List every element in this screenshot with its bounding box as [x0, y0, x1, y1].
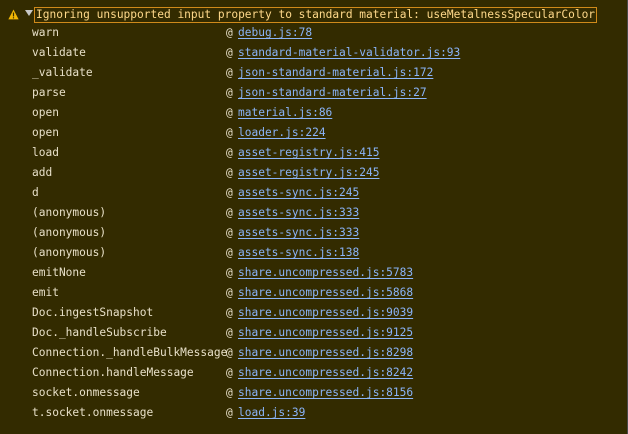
stack-frame-source-link[interactable]: assets-sync.js:333 [238, 203, 359, 223]
stack-frame-source-link[interactable]: share.uncompressed.js:8242 [238, 363, 413, 383]
stack-frame: (anonymous) @ assets-sync.js:138 [0, 243, 620, 263]
stack-frame-function: _validate [32, 66, 93, 79]
stack-frame-at: @ [226, 186, 233, 199]
stack-frame-function: (anonymous) [32, 246, 107, 259]
stack-frame-at: @ [226, 286, 233, 299]
stack-frame-at: @ [226, 106, 233, 119]
stack-frame-function: (anonymous) [32, 206, 107, 219]
stack-frame: emit @ share.uncompressed.js:5868 [0, 283, 620, 303]
stack-frame-source-link[interactable]: share.uncompressed.js:5783 [238, 263, 413, 283]
warning-message: Ignoring unsupported input property to s… [33, 7, 598, 23]
stack-frame-function: load [32, 146, 59, 159]
stack-frame-at: @ [226, 406, 233, 419]
stack-frame-source-link[interactable]: share.uncompressed.js:8156 [238, 383, 413, 403]
stack-frame: d @ assets-sync.js:245 [0, 183, 620, 203]
stack-frame-function: socket.onmessage [32, 386, 140, 399]
stack-frame-at: @ [226, 126, 233, 139]
stack-frame: _validate @ json-standard-material.js:172 [0, 63, 620, 83]
stack-frame: (anonymous) @ assets-sync.js:333 [0, 223, 620, 243]
stack-frame: t.socket.onmessage @ load.js:39 [0, 403, 620, 423]
stack-frame-source-link[interactable]: share.uncompressed.js:9125 [238, 323, 413, 343]
stack-frame-at: @ [226, 246, 233, 259]
stack-frame-function: Doc.ingestSnapshot [32, 306, 154, 319]
stack-frame-source-link[interactable]: assets-sync.js:245 [238, 183, 359, 203]
stack-frame-source-link[interactable]: share.uncompressed.js:8298 [238, 343, 413, 363]
stack-frame: Connection._handleBulkMessage @ share.unco… [0, 343, 620, 363]
stack-frame-function: Doc._handleSubscribe [32, 326, 167, 339]
stack-frame-source-link[interactable]: json-standard-material.js:27 [238, 83, 427, 103]
stack-frame: (anonymous) @ assets-sync.js:333 [0, 203, 620, 223]
stack-frame-at: @ [226, 266, 233, 279]
stack-frame-at: @ [226, 46, 233, 59]
stack-frame-at: @ [226, 146, 233, 159]
stack-frame-function: t.socket.onmessage [32, 406, 154, 419]
stack-frame: socket.onmessage @ share.uncompressed.js:8… [0, 383, 620, 403]
stack-frame: open @ loader.js:224 [0, 123, 620, 143]
stack-frame: validate @ standard-material-validator.js:… [0, 43, 620, 63]
stack-frame-at: @ [226, 326, 233, 339]
warning-header[interactable]: Ignoring unsupported input property to s… [0, 6, 620, 24]
stack-frame: add @ asset-registry.js:245 [0, 163, 620, 183]
stack-frame: emitNone @ share.uncompressed.js:5783 [0, 263, 620, 283]
warning-triangle-icon [8, 9, 19, 20]
stack-frame: open @ material.js:86 [0, 103, 620, 123]
stack-frame-at: @ [226, 206, 233, 219]
stack-trace: warn @ debug.js:78 validate @ standard-materi… [0, 23, 620, 423]
stack-frame-function: open [32, 126, 59, 139]
stack-frame: warn @ debug.js:78 [0, 23, 620, 43]
stack-frame-at: @ [226, 86, 233, 99]
stack-frame: Connection.handleMessage @ share.uncompres… [0, 363, 620, 383]
stack-frame: load @ asset-registry.js:415 [0, 143, 620, 163]
console-warning-panel: Ignoring unsupported input property to s… [0, 0, 628, 434]
expand-arrow-icon[interactable] [25, 10, 33, 16]
stack-frame-source-link[interactable]: assets-sync.js:333 [238, 223, 359, 243]
stack-frame-function: Connection.handleMessage [32, 366, 194, 379]
stack-frame-source-link[interactable]: debug.js:78 [238, 23, 312, 43]
stack-frame-at: @ [226, 306, 233, 319]
stack-frame-at: @ [226, 226, 233, 239]
stack-frame-function: warn [32, 26, 59, 39]
stack-frame-at: @ [226, 66, 233, 79]
stack-frame-function: open [32, 106, 59, 119]
stack-frame-at: @ [226, 166, 233, 179]
stack-frame-source-link[interactable]: material.js:86 [238, 103, 332, 123]
stack-frame-at: @ [226, 366, 233, 379]
stack-frame-at: @ [226, 26, 233, 39]
stack-frame-source-link[interactable]: standard-material-validator.js:93 [238, 43, 460, 63]
stack-frame-function: Connection._handleBulkMessage [32, 346, 228, 359]
stack-frame-at: @ [226, 346, 233, 359]
stack-frame-function: d [32, 186, 39, 199]
stack-frame: Doc._handleSubscribe @ share.uncompressed.… [0, 323, 620, 343]
stack-frame-source-link[interactable]: share.uncompressed.js:5868 [238, 283, 413, 303]
stack-frame: parse @ json-standard-material.js:27 [0, 83, 620, 103]
stack-frame-function: validate [32, 46, 86, 59]
stack-frame-source-link[interactable]: assets-sync.js:138 [238, 243, 359, 263]
stack-frame-source-link[interactable]: asset-registry.js:245 [238, 163, 379, 183]
stack-frame: Doc.ingestSnapshot @ share.uncompressed.js… [0, 303, 620, 323]
stack-frame-function: add [32, 166, 53, 179]
stack-frame-source-link[interactable]: share.uncompressed.js:9039 [238, 303, 413, 323]
stack-frame-at: @ [226, 386, 233, 399]
stack-frame-source-link[interactable]: loader.js:224 [238, 123, 326, 143]
stack-frame-function: parse [32, 86, 66, 99]
stack-frame-function: emit [32, 286, 59, 299]
stack-frame-source-link[interactable]: asset-registry.js:415 [238, 143, 379, 163]
stack-frame-source-link[interactable]: json-standard-material.js:172 [238, 63, 433, 83]
stack-frame-source-link[interactable]: load.js:39 [238, 403, 305, 423]
stack-frame-function: (anonymous) [32, 226, 107, 239]
stack-frame-function: emitNone [32, 266, 86, 279]
